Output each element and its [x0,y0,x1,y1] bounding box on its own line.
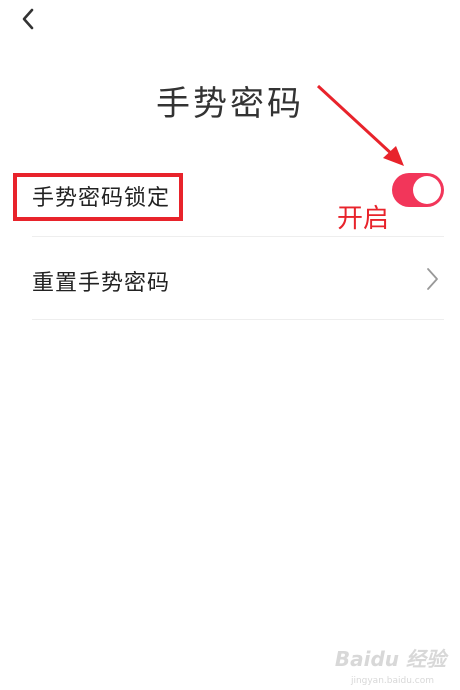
chevron-right-icon [427,268,438,290]
watermark-url: jingyan.baidu.com [350,676,434,686]
reset-gesture-password-row[interactable]: 重置手势密码 [32,237,444,320]
page-title: 手势密码 [156,84,304,124]
reset-gesture-password-label: 重置手势密码 [32,271,171,296]
chevron-left-icon [22,8,34,30]
gesture-lock-toggle[interactable] [392,173,444,207]
enabled-callout-text: 开启 [337,204,390,234]
gesture-password-settings-page: 手势密码 手势密码锁定 重置手势密码 开启 Baidu 经验 jingyan.b… [0,0,460,690]
toggle-knob [413,176,441,204]
watermark-logo: Baidu 经验 [334,647,446,671]
highlight-box-annotation [13,173,183,221]
back-button[interactable] [16,6,44,34]
